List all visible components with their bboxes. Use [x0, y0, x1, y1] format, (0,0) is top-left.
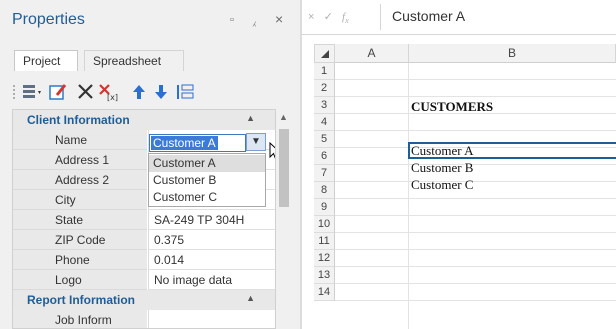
- cell-b3[interactable]: CUSTOMERS: [411, 99, 493, 115]
- name-value-selected: Customer A: [151, 136, 218, 150]
- scroll-up-icon[interactable]: ▲: [279, 112, 288, 122]
- property-row-phone[interactable]: Phone 0.014: [13, 250, 275, 270]
- confirm-icon[interactable]: ✓: [324, 11, 333, 23]
- name-dropdown-list: Customer A Customer B Customer C: [148, 153, 266, 207]
- property-row-job-inform[interactable]: Job Inform: [13, 310, 275, 328]
- formula-separator: [380, 4, 381, 30]
- tab-project[interactable]: Project: [14, 50, 78, 71]
- clear-formatting-icon[interactable]: [x]: [98, 82, 120, 102]
- scrollbar-thumb[interactable]: [279, 129, 289, 207]
- dropdown-option[interactable]: Customer B: [149, 172, 265, 189]
- properties-title: Properties: [12, 11, 85, 28]
- properties-toolbar: [x]: [12, 76, 282, 106]
- collapse-icon[interactable]: ▲: [246, 293, 255, 303]
- row-header[interactable]: 3: [314, 97, 335, 114]
- row-header[interactable]: 8: [314, 182, 335, 199]
- property-label: City: [55, 193, 76, 207]
- edit-icon[interactable]: [48, 82, 68, 102]
- row-header[interactable]: 10: [314, 216, 335, 233]
- pin-icon[interactable]: ⁁: [253, 14, 256, 27]
- property-value: No image data: [154, 273, 233, 287]
- cell-b6[interactable]: Customer B: [411, 160, 473, 176]
- move-down-icon[interactable]: [152, 82, 170, 102]
- toolbar-grip-icon: [13, 85, 15, 99]
- row-header[interactable]: 1: [314, 63, 335, 80]
- row-header[interactable]: 12: [314, 250, 335, 267]
- delete-icon[interactable]: [76, 82, 96, 102]
- category-client-information[interactable]: Client Information ▲: [13, 110, 275, 130]
- close-icon[interactable]: ×: [275, 11, 283, 27]
- cancel-icon[interactable]: ×: [308, 11, 314, 23]
- row-header[interactable]: 9: [314, 199, 335, 216]
- name-value-editor[interactable]: Customer A: [149, 134, 246, 152]
- row-header[interactable]: 14: [314, 284, 335, 301]
- active-cell-border: [408, 142, 616, 159]
- column-header-b[interactable]: B: [409, 44, 616, 63]
- tab-spreadsheet[interactable]: Spreadsheet: [84, 50, 184, 71]
- properties-panel: Properties ▫ ⁁ × Project Spreadsheet [x]: [0, 0, 300, 329]
- property-label: ZIP Code: [55, 233, 106, 247]
- category-label: Report Information: [27, 293, 135, 307]
- row-header[interactable]: 4: [314, 114, 335, 131]
- property-label: Name: [55, 133, 88, 147]
- row-header[interactable]: 13: [314, 267, 335, 284]
- property-label: State: [55, 213, 84, 227]
- window-position-icon[interactable]: ▫: [230, 14, 234, 26]
- row-header[interactable]: 11: [314, 233, 335, 250]
- spreadsheet: × ✓ fx Customer A A B 1 2 3 4 5 6 7 8 9 …: [302, 0, 616, 329]
- formula-bar: × ✓ fx Customer A: [302, 0, 616, 35]
- row-header[interactable]: 7: [314, 165, 335, 182]
- property-label: Phone: [55, 253, 90, 267]
- property-row-logo[interactable]: Logo No image data: [13, 270, 275, 290]
- property-value: 0.014: [154, 253, 185, 267]
- category-label: Client Information: [27, 113, 130, 127]
- row-header[interactable]: 2: [314, 80, 335, 97]
- function-icon[interactable]: fx: [342, 11, 349, 25]
- mouse-pointer-icon: [269, 142, 275, 159]
- row-header[interactable]: 6: [314, 148, 335, 165]
- cell-b7[interactable]: Customer C: [411, 177, 473, 193]
- select-all-corner[interactable]: [314, 44, 335, 63]
- property-value: SA-249 TP 304H: [154, 213, 245, 227]
- property-row-state[interactable]: State SA-249 TP 304H: [13, 210, 275, 230]
- property-label: Job Inform: [55, 313, 112, 327]
- dropdown-option[interactable]: Customer A: [149, 155, 265, 172]
- property-grid: Client Information ▲ Name Address 1 Addr…: [12, 109, 276, 329]
- property-row-zip-code[interactable]: ZIP Code 0.375: [13, 230, 275, 250]
- property-label: Address 2: [55, 173, 110, 187]
- svg-text:[x]: [x]: [107, 93, 118, 102]
- property-label: Address 1: [55, 153, 110, 167]
- categorize-icon[interactable]: [20, 82, 44, 102]
- row-header[interactable]: 5: [314, 131, 335, 148]
- formula-input[interactable]: Customer A: [392, 8, 465, 24]
- property-label: Logo: [55, 273, 82, 287]
- formula-buttons: × ✓ fx: [308, 10, 349, 25]
- column-header-a[interactable]: A: [335, 44, 409, 63]
- category-report-information[interactable]: Report Information ▲: [13, 290, 275, 310]
- property-value: 0.375: [154, 233, 185, 247]
- dropdown-option[interactable]: Customer C: [149, 189, 265, 206]
- layout-icon[interactable]: [174, 82, 196, 102]
- combo-dropdown-button[interactable]: ▼: [246, 133, 266, 151]
- collapse-icon[interactable]: ▲: [246, 113, 255, 123]
- properties-header: Properties ▫ ⁁ ×: [0, 0, 300, 40]
- property-grid-scrollbar[interactable]: ▲: [277, 109, 291, 329]
- move-up-icon[interactable]: [130, 82, 148, 102]
